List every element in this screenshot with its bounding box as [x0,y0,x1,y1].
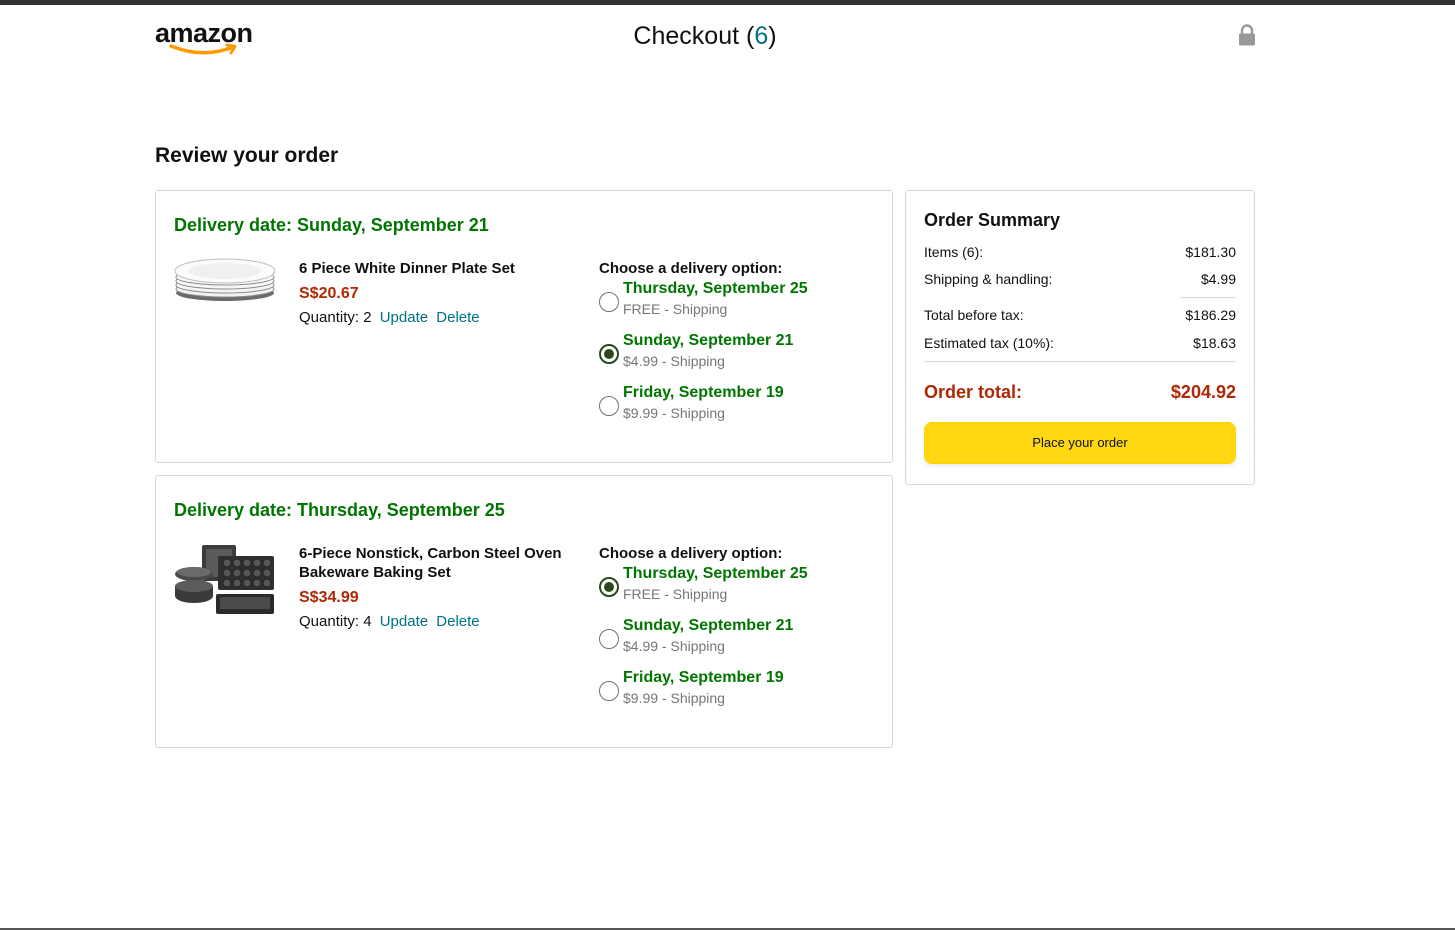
order-summary: Order Summary Items (6): $181.30 Shippin… [905,190,1255,485]
update-link[interactable]: Update [380,613,428,630]
delivery-option-shipping: $4.99 - Shipping [623,353,725,369]
order-summary-title: Order Summary [924,210,1061,230]
summary-items-row: Items (6): $181.30 [924,243,1236,261]
page-heading: Review your order [155,144,339,167]
delivery-option-radio[interactable] [599,681,619,701]
delivery-option-thursday[interactable]: Thursday, September 25 FREE - Shipping [599,279,879,331]
delivery-option-radio[interactable] [599,292,619,312]
delivery-option-radio-selected[interactable] [599,577,619,597]
delivery-options-label: Choose a delivery option: [599,545,783,562]
summary-before-tax-label: Total before tax: [924,307,1024,323]
delivery-option-shipping: $9.99 - Shipping [623,690,725,706]
delivery-option-radio[interactable] [599,629,619,649]
top-bar [0,0,1455,5]
product-info: 6 Piece White Dinner Plate Set S$20.67 Q… [299,259,579,328]
total-divider [924,361,1236,362]
delivery-option-sunday[interactable]: Sunday, September 21 $4.99 - Shipping [599,331,879,383]
delivery-option-shipping: FREE - Shipping [623,586,728,602]
order-total-label: Order total: [924,382,1023,402]
summary-tax-label: Estimated tax (10%): [924,335,1054,351]
lock-icon [1239,24,1255,46]
delivery-option-date: Friday, September 19 [623,669,784,686]
quantity-label: Quantity: 2 [299,309,372,326]
delivery-option-date: Sunday, September 21 [623,617,794,634]
delivery-option-friday[interactable]: Friday, September 19 $9.99 - Shipping [599,383,879,435]
summary-before-tax-value: $186.29 [1185,307,1236,323]
delivery-group-2: Delivery date: Thursday, September 25 6-… [155,475,893,748]
summary-shipping-value: $4.99 [1200,271,1236,287]
delete-link[interactable]: Delete [436,309,479,326]
delivery-option-date: Sunday, September 21 [623,332,794,349]
delivery-option-shipping: $9.99 - Shipping [623,405,725,421]
delivery-group-1: Delivery date: Sunday, September 21 6 Pi… [155,190,893,463]
product-price: S$34.99 [299,589,359,606]
summary-before-tax-row: Total before tax: $186.29 [924,306,1236,324]
order-total-value: $204.92 [1170,382,1236,402]
summary-tax-value: $18.63 [1193,335,1236,351]
plate-stack-image[interactable] [174,257,276,319]
delivery-option-radio-selected[interactable] [599,344,619,364]
quantity-row: Quantity: 2 Update Delete [299,308,579,328]
checkout-close-paren: ) [768,22,777,50]
delivery-option-radio[interactable] [599,396,619,416]
delivery-options: Choose a delivery option: Thursday, Sept… [599,544,879,720]
summary-items-label: Items (6): [924,244,984,260]
quantity-label: Quantity: 4 [299,613,372,630]
delivery-option-date: Friday, September 19 [623,384,784,401]
order-total-row: Order total: $204.92 [924,381,1236,403]
quantity-row: Quantity: 4 Update Delete [299,612,579,632]
delivery-option-friday[interactable]: Friday, September 19 $9.99 - Shipping [599,668,879,720]
place-order-button[interactable]: Place your order [924,422,1236,464]
summary-items-value: $181.30 [1185,244,1236,260]
checkout-label: Checkout [633,22,740,50]
delivery-option-shipping: $4.99 - Shipping [623,638,725,654]
summary-shipping-row: Shipping & handling: $4.99 [924,270,1236,288]
delivery-options: Choose a delivery option: Thursday, Sept… [599,259,879,435]
summary-tax-row: Estimated tax (10%): $18.63 [924,334,1236,352]
delivery-date-heading: Delivery date: Thursday, September 25 [174,500,505,520]
bakeware-set-image[interactable] [174,542,276,618]
product-info: 6-Piece Nonstick, Carbon Steel Oven Bake… [299,544,579,632]
delivery-option-shipping: FREE - Shipping [623,301,728,317]
summary-shipping-label: Shipping & handling: [924,271,1053,287]
delivery-option-sunday[interactable]: Sunday, September 21 $4.99 - Shipping [599,616,879,668]
checkout-title: Checkout (6) [0,20,1410,52]
delivery-date-heading: Delivery date: Sunday, September 21 [174,215,489,235]
update-link[interactable]: Update [380,309,428,326]
product-title[interactable]: 6 Piece White Dinner Plate Set [299,259,579,278]
checkout-item-count[interactable]: 6 [754,22,768,50]
delivery-options-label: Choose a delivery option: [599,260,783,277]
delivery-option-date: Thursday, September 25 [623,280,808,297]
subtotal-divider [1180,297,1236,298]
delivery-option-thursday[interactable]: Thursday, September 25 FREE - Shipping [599,564,879,616]
delivery-option-date: Thursday, September 25 [623,565,808,582]
delete-link[interactable]: Delete [436,613,479,630]
product-title[interactable]: 6-Piece Nonstick, Carbon Steel Oven Bake… [299,544,579,582]
product-price: S$20.67 [299,285,359,302]
